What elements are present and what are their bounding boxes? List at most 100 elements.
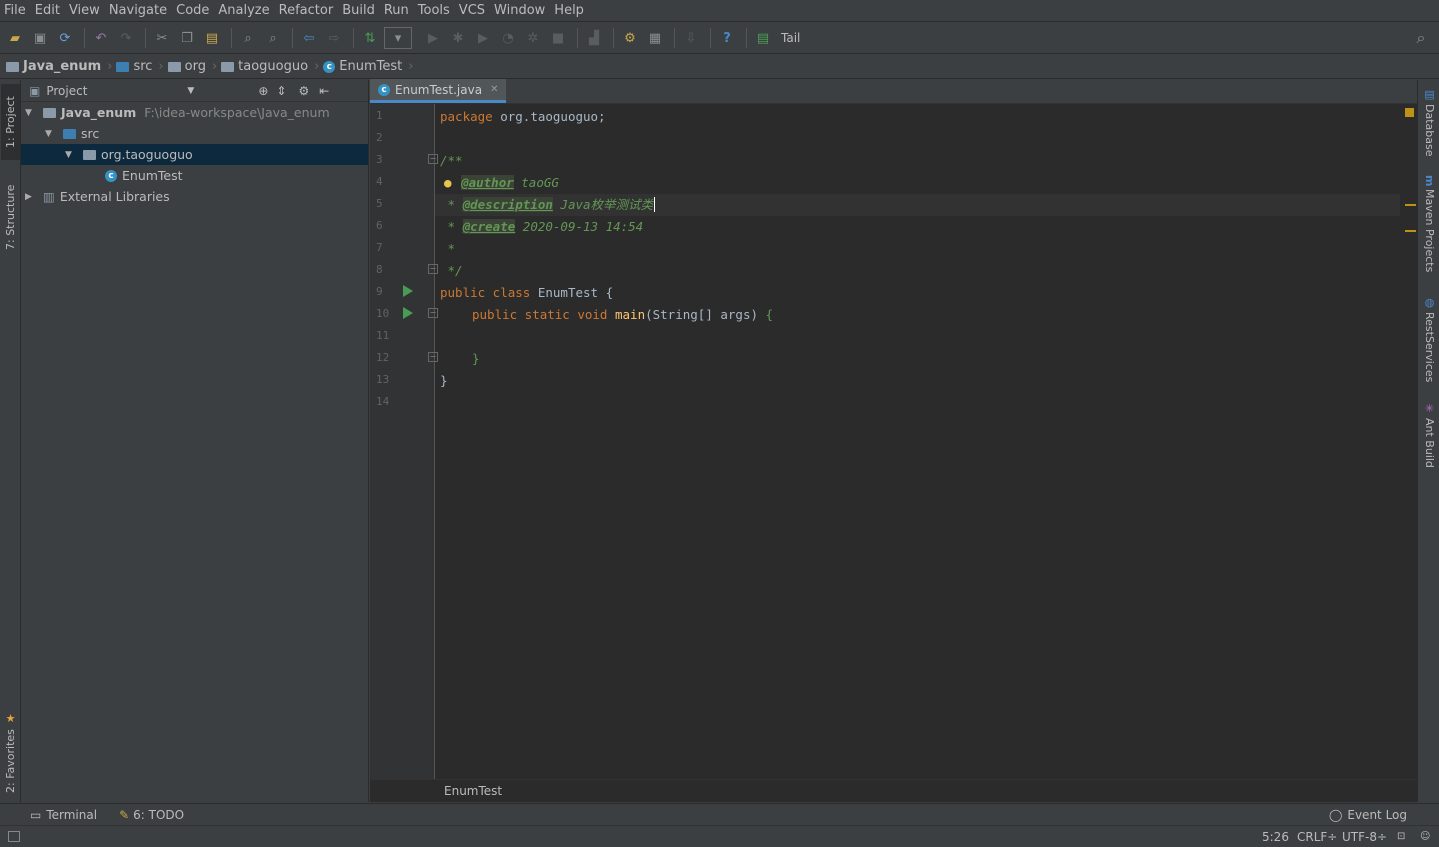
- project-view-icon: ▣: [29, 83, 41, 98]
- tab-event-log[interactable]: ◯ Event Log: [1329, 808, 1407, 822]
- paste-icon[interactable]: ▤: [201, 27, 223, 49]
- tail-label[interactable]: Tail: [781, 31, 800, 45]
- tree-item-package[interactable]: ▼ org.taoguoguo: [21, 144, 368, 165]
- file-encoding[interactable]: UTF-8÷: [1342, 830, 1387, 844]
- menu-edit[interactable]: Edit: [35, 3, 60, 18]
- expanded-icon[interactable]: ▼: [25, 108, 35, 118]
- vcs-icon[interactable]: ▟: [583, 27, 605, 49]
- sync-icon[interactable]: ⟳: [54, 27, 76, 49]
- sdk-icon[interactable]: ⇩: [680, 27, 702, 49]
- tree-item-java-enum[interactable]: ▼ Java_enum F:\idea-workspace\Java_enum: [21, 102, 368, 123]
- back-icon[interactable]: ⇦: [298, 27, 320, 49]
- fold-icon[interactable]: −: [428, 308, 438, 318]
- tab-project[interactable]: 1: Project: [1, 84, 20, 160]
- menu-file[interactable]: File: [4, 3, 26, 18]
- inspector-icon[interactable]: ☺: [1420, 831, 1430, 842]
- run-config-dropdown[interactable]: ▾: [384, 27, 412, 49]
- collapsed-icon[interactable]: ▶: [25, 192, 35, 202]
- tree-item-external-libraries[interactable]: ▶ ▥ External Libraries: [21, 186, 368, 207]
- line-separator[interactable]: CRLF÷: [1297, 830, 1337, 844]
- menu-tools[interactable]: Tools: [418, 3, 450, 18]
- profile-icon[interactable]: ◔: [497, 27, 519, 49]
- menu-build[interactable]: Build: [342, 3, 375, 18]
- menu-run[interactable]: Run: [384, 3, 409, 18]
- coverage-icon[interactable]: ▶: [472, 27, 494, 49]
- redo-icon[interactable]: ↷: [115, 27, 137, 49]
- gear-icon[interactable]: ⚙: [298, 84, 309, 98]
- expanded-icon[interactable]: ▼: [45, 129, 55, 139]
- attach-icon[interactable]: ✲: [522, 27, 544, 49]
- tab-maven[interactable]: m Maven Projects: [1420, 175, 1439, 275]
- tab-structure[interactable]: 7: Structure: [1, 172, 20, 262]
- code-line: */: [440, 263, 463, 278]
- tool-window-toggle-icon[interactable]: [8, 831, 20, 842]
- breadcrumb-project[interactable]: Java_enum ›: [6, 59, 112, 74]
- fold-icon[interactable]: −: [428, 352, 438, 362]
- run-main-icon[interactable]: [403, 307, 413, 319]
- save-icon[interactable]: ▣: [29, 27, 51, 49]
- project-view-selector[interactable]: Project: [46, 84, 87, 98]
- close-icon[interactable]: ✕: [490, 84, 498, 95]
- locate-icon[interactable]: ⊕: [258, 84, 268, 98]
- run-icon[interactable]: ▶: [422, 27, 444, 49]
- menu-navigate[interactable]: Navigate: [109, 3, 167, 18]
- expanded-icon[interactable]: ▼: [65, 150, 75, 160]
- chevron-down-icon[interactable]: ▼: [187, 86, 194, 96]
- line-number: 9: [376, 285, 383, 298]
- tail-icon[interactable]: ▤: [752, 27, 774, 49]
- menu-refactor[interactable]: Refactor: [279, 3, 334, 18]
- stop-icon[interactable]: ■: [547, 27, 569, 49]
- breadcrumb-package[interactable]: taoguoguo ›: [221, 59, 319, 74]
- menu-analyze[interactable]: Analyze: [218, 3, 269, 18]
- bulb-icon[interactable]: ●: [444, 175, 452, 190]
- tab-database[interactable]: ▤ Database: [1420, 88, 1439, 158]
- tab-enumtest-java[interactable]: c EnumTest.java ✕: [370, 79, 507, 103]
- menu-vcs[interactable]: VCS: [459, 3, 485, 18]
- menu-help[interactable]: Help: [554, 3, 584, 18]
- warning-marker[interactable]: [1405, 230, 1416, 232]
- tab-terminal[interactable]: ▭ Terminal: [30, 808, 97, 822]
- tab-todo[interactable]: ✎ 6: TODO: [119, 808, 184, 822]
- hide-icon[interactable]: ⇤: [319, 84, 329, 98]
- library-icon: ▥: [43, 189, 55, 204]
- forward-icon[interactable]: ⇨: [323, 27, 345, 49]
- tree-item-enumtest[interactable]: c EnumTest: [21, 165, 368, 186]
- search-everywhere-icon[interactable]: ⌕: [1410, 27, 1432, 49]
- copy-icon[interactable]: ❐: [176, 27, 198, 49]
- lock-icon[interactable]: ⊡: [1397, 831, 1405, 842]
- tab-restservices[interactable]: ◍ RestServices: [1420, 296, 1439, 386]
- open-icon[interactable]: ▰: [4, 27, 26, 49]
- editor-breadcrumb-class[interactable]: EnumTest: [444, 784, 502, 798]
- fold-icon[interactable]: −: [428, 154, 438, 164]
- cut-icon[interactable]: ✂: [151, 27, 173, 49]
- fold-icon[interactable]: −: [428, 264, 438, 274]
- undo-icon[interactable]: ↶: [90, 27, 112, 49]
- breadcrumb-org[interactable]: org ›: [167, 59, 217, 74]
- line-number: 5: [376, 197, 383, 210]
- tree-item-src[interactable]: ▼ src: [21, 123, 368, 144]
- tab-favorites[interactable]: 2: Favorites ★: [1, 710, 20, 795]
- breadcrumb-src[interactable]: src ›: [116, 59, 164, 74]
- collapse-icon[interactable]: ⇕: [276, 84, 286, 98]
- menu-window[interactable]: Window: [494, 3, 545, 18]
- code-area[interactable]: package org.taoguoguo; /** ● @author tao…: [435, 104, 1400, 779]
- replace-icon[interactable]: ⌕: [262, 27, 284, 49]
- menu-view[interactable]: View: [69, 3, 100, 18]
- class-icon: c: [105, 169, 117, 182]
- help-icon[interactable]: ?: [716, 27, 738, 49]
- build-icon[interactable]: ⇅: [359, 27, 381, 49]
- run-class-icon[interactable]: [403, 285, 413, 297]
- warning-marker[interactable]: [1405, 204, 1416, 206]
- project-structure-icon[interactable]: ▦: [644, 27, 666, 49]
- breadcrumb-class[interactable]: c EnumTest ›: [323, 59, 413, 74]
- gutter: 1 2 3 4 5 6 7 8 9 10 11 12 13 14 − − − −: [370, 104, 438, 779]
- settings-icon[interactable]: ⚙: [619, 27, 641, 49]
- folder-icon: [167, 61, 181, 72]
- folder-icon: [221, 61, 235, 72]
- menu-code[interactable]: Code: [176, 3, 209, 18]
- find-icon[interactable]: ⌕: [237, 27, 259, 49]
- tab-ant-build[interactable]: ✳ Ant Build: [1420, 402, 1439, 472]
- debug-icon[interactable]: ✱: [447, 27, 469, 49]
- inspection-status-icon[interactable]: [1405, 108, 1414, 117]
- caret-position[interactable]: 5:26: [1262, 830, 1289, 844]
